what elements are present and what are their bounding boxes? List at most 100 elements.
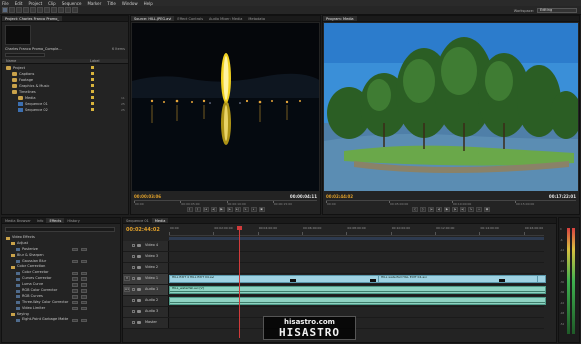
- timeline-playhead[interactable]: [237, 226, 242, 338]
- mark-out-icon[interactable]: }: [420, 207, 426, 212]
- source-tab-0[interactable]: Source: HILL.JPEG.avi: [131, 16, 175, 21]
- speaker-icon[interactable]: [137, 321, 141, 324]
- rate-stretch-tool-icon[interactable]: [30, 7, 36, 13]
- project-tab-0[interactable]: Project: Charles Franco Promo_: [2, 16, 63, 21]
- speaker-icon[interactable]: [137, 310, 141, 313]
- timeline-tab-1[interactable]: Media: [151, 218, 169, 223]
- mark-out-icon[interactable]: }: [194, 207, 201, 212]
- menu-item-clip[interactable]: Clip: [48, 1, 56, 6]
- eye-icon[interactable]: [137, 244, 141, 247]
- razor-tool-icon[interactable]: [37, 7, 43, 13]
- track-header[interactable]: V Video 1: [123, 274, 169, 284]
- effects-tab-2[interactable]: Effects: [46, 218, 65, 223]
- step-back-icon[interactable]: ◂|: [210, 207, 217, 212]
- hand-tool-icon[interactable]: [65, 7, 71, 13]
- eye-icon[interactable]: [137, 277, 141, 280]
- overwrite-icon[interactable]: ⇣: [476, 207, 482, 212]
- menu-item-help[interactable]: Help: [144, 1, 153, 6]
- zoom-tool-icon[interactable]: [72, 7, 78, 13]
- speaker-icon[interactable]: [137, 299, 141, 302]
- track-header[interactable]: Video 2: [123, 263, 169, 273]
- rolling-edit-tool-icon[interactable]: [23, 7, 29, 13]
- track-header[interactable]: A1 Audio 1: [123, 285, 169, 295]
- program-time-ruler[interactable]: 00:00 00:05:00:00 00:10:00:00 00:15:00:00: [326, 200, 576, 206]
- go-to-in-icon[interactable]: |◂: [202, 207, 209, 212]
- timeline-ruler[interactable]: 00:00 00:02:00:00 00:04:00:00 00:06:00:00 00…: [169, 226, 544, 236]
- source-tab-2[interactable]: Audio Mixer: Media: [206, 16, 245, 21]
- ripple-edit-tool-icon[interactable]: [16, 7, 22, 13]
- workspace-label: Workspace:: [513, 8, 534, 13]
- timeline-clip[interactable]: [169, 297, 546, 305]
- effects-list-item[interactable]: Eight-Point Garbage Matte: [4, 317, 120, 323]
- timeline-clip[interactable]: HILL_waterfall.avi [V]: [169, 286, 546, 294]
- mark-in-icon[interactable]: {: [186, 207, 193, 212]
- step-back-icon[interactable]: ◂|: [436, 207, 442, 212]
- ruler-label: 00:16:00:00: [524, 226, 544, 230]
- eye-icon[interactable]: [137, 266, 141, 269]
- track-header[interactable]: Master: [123, 318, 169, 328]
- effects-search-input[interactable]: [5, 227, 115, 232]
- speaker-icon[interactable]: [137, 288, 141, 291]
- track-select-tool-icon[interactable]: [9, 7, 15, 13]
- lock-icon[interactable]: [132, 288, 135, 291]
- lock-icon[interactable]: [132, 244, 135, 247]
- step-forward-icon[interactable]: |▸: [226, 207, 233, 212]
- menu-item-marker[interactable]: Marker: [87, 1, 101, 6]
- column-name[interactable]: Name: [6, 59, 16, 64]
- play-icon[interactable]: ▶: [218, 207, 225, 212]
- menu-item-window[interactable]: Window: [122, 1, 138, 6]
- menu-item-title[interactable]: Title: [107, 1, 116, 6]
- step-forward-icon[interactable]: |▸: [452, 207, 458, 212]
- source-tab-1[interactable]: Effect Controls: [174, 16, 206, 21]
- selection-tool-icon[interactable]: [2, 7, 8, 13]
- go-to-out-icon[interactable]: ▸|: [234, 207, 241, 212]
- go-to-out-icon[interactable]: ▸|: [460, 207, 466, 212]
- lock-icon[interactable]: [132, 321, 135, 324]
- project-search-input[interactable]: [5, 53, 45, 57]
- pen-tool-icon[interactable]: [58, 7, 64, 13]
- timeline-timecode[interactable]: 00:02:44:02: [126, 227, 160, 233]
- eye-icon[interactable]: [137, 255, 141, 258]
- program-tab-0[interactable]: Program: Media: [323, 16, 357, 21]
- timeline-clip[interactable]: HILL waterfall HILL EXIT 04.avi: [378, 275, 538, 283]
- lock-icon[interactable]: [132, 310, 135, 313]
- overwrite-icon[interactable]: ⇣: [250, 207, 257, 212]
- track-header[interactable]: Video 4: [123, 241, 169, 251]
- export-frame-icon[interactable]: ▣: [484, 207, 490, 212]
- timeline-tab-0[interactable]: Sequence 01: [123, 218, 152, 223]
- play-icon[interactable]: ▶: [444, 207, 450, 212]
- go-to-in-icon[interactable]: |◂: [428, 207, 434, 212]
- lock-icon[interactable]: [132, 299, 135, 302]
- effects-tab-3[interactable]: History: [64, 218, 82, 223]
- export-frame-icon[interactable]: ▣: [258, 207, 265, 212]
- effects-tab-0[interactable]: Media Browser: [2, 218, 34, 223]
- track-name: Audio 1: [145, 287, 159, 291]
- source-timecode-current[interactable]: 00:00:03:06: [134, 194, 161, 199]
- list-item[interactable]: Sequence 02 25: [2, 107, 128, 113]
- menu-item-edit[interactable]: Edit: [15, 1, 23, 6]
- insert-icon[interactable]: ↳: [468, 207, 474, 212]
- column-label[interactable]: Label: [90, 59, 99, 64]
- source-patch-button[interactable]: V: [124, 276, 130, 281]
- track-header[interactable]: Video 3: [123, 252, 169, 262]
- menu-item-sequence[interactable]: Sequence: [62, 1, 82, 6]
- lock-icon[interactable]: [132, 255, 135, 258]
- source-tab-3[interactable]: Metadata: [245, 16, 268, 21]
- program-timecode-current[interactable]: 00:02:44:02: [326, 194, 353, 199]
- source-patch-button[interactable]: A1: [124, 287, 130, 292]
- source-time-ruler[interactable]: 00:00 00:00:05:00 00:00:10:00 00:00:15:00: [134, 200, 317, 206]
- menu-item-file[interactable]: File: [2, 1, 9, 6]
- mark-in-icon[interactable]: {: [412, 207, 418, 212]
- track-header[interactable]: Audio 3: [123, 307, 169, 317]
- workspace-select[interactable]: Editing: [537, 8, 577, 13]
- timeline-zoom-bar[interactable]: [169, 237, 544, 240]
- ruler-tick: [479, 232, 481, 235]
- lock-icon[interactable]: [132, 266, 135, 269]
- insert-icon[interactable]: ↳: [242, 207, 249, 212]
- effects-tab-1[interactable]: Info: [34, 218, 47, 223]
- slip-tool-icon[interactable]: [44, 7, 50, 13]
- lock-icon[interactable]: [132, 277, 135, 280]
- slide-tool-icon[interactable]: [51, 7, 57, 13]
- menu-item-project[interactable]: Project: [28, 1, 42, 6]
- track-header[interactable]: Audio 2: [123, 296, 169, 306]
